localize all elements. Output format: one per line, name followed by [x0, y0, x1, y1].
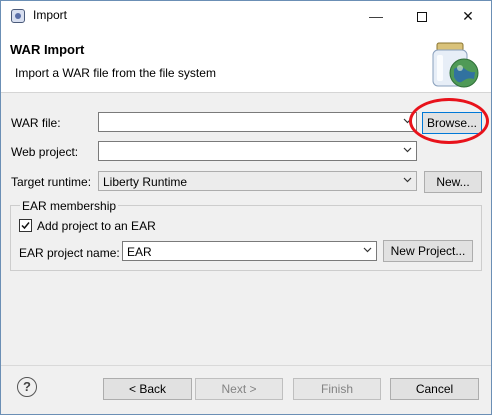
new-runtime-button[interactable]: New...	[424, 171, 482, 193]
help-icon[interactable]: ?	[17, 377, 37, 397]
minimize-button[interactable]: —	[353, 1, 399, 31]
cancel-button[interactable]: Cancel	[390, 378, 479, 400]
war-file-label: WAR file:	[11, 116, 61, 130]
chevron-down-icon	[403, 177, 412, 183]
add-to-ear-checkbox[interactable]	[19, 219, 32, 232]
eclipse-app-icon	[11, 9, 25, 23]
ear-membership-legend: EAR membership	[20, 199, 119, 213]
add-to-ear-label[interactable]: Add project to an EAR	[37, 219, 156, 233]
checkmark-icon	[21, 222, 30, 230]
footer-separator	[1, 365, 491, 366]
maximize-icon	[417, 12, 427, 23]
ear-project-name-combo[interactable]: EAR	[122, 241, 377, 261]
maximize-button[interactable]	[399, 1, 445, 31]
war-file-combo[interactable]	[98, 112, 417, 132]
ear-project-name-value: EAR	[127, 245, 152, 259]
close-button[interactable]: ✕	[445, 1, 491, 31]
wizard-header: WAR Import Import a WAR file from the fi…	[1, 31, 491, 93]
finish-button[interactable]: Finish	[293, 378, 381, 400]
back-button[interactable]: < Back	[103, 378, 192, 400]
wizard-title: WAR Import	[10, 42, 85, 57]
ear-project-name-label: EAR project name:	[19, 246, 120, 260]
window-title: Import	[33, 8, 68, 22]
war-jar-globe-icon	[432, 42, 479, 88]
target-runtime-combo[interactable]: Liberty Runtime	[98, 171, 417, 191]
browse-highlight-annotation	[409, 98, 489, 144]
web-project-label: Web project:	[11, 145, 79, 159]
chevron-down-icon	[403, 147, 412, 153]
web-project-combo[interactable]	[98, 141, 417, 161]
title-bar: Import — ✕	[1, 1, 491, 31]
wizard-description: Import a WAR file from the file system	[15, 66, 216, 80]
new-ear-project-button[interactable]: New Project...	[383, 240, 473, 262]
next-button[interactable]: Next >	[195, 378, 283, 400]
target-runtime-value: Liberty Runtime	[103, 175, 188, 189]
chevron-down-icon	[363, 247, 372, 253]
import-dialog: Import — ✕ WAR Import Import a WAR file …	[0, 0, 492, 415]
target-runtime-label: Target runtime:	[11, 175, 92, 189]
